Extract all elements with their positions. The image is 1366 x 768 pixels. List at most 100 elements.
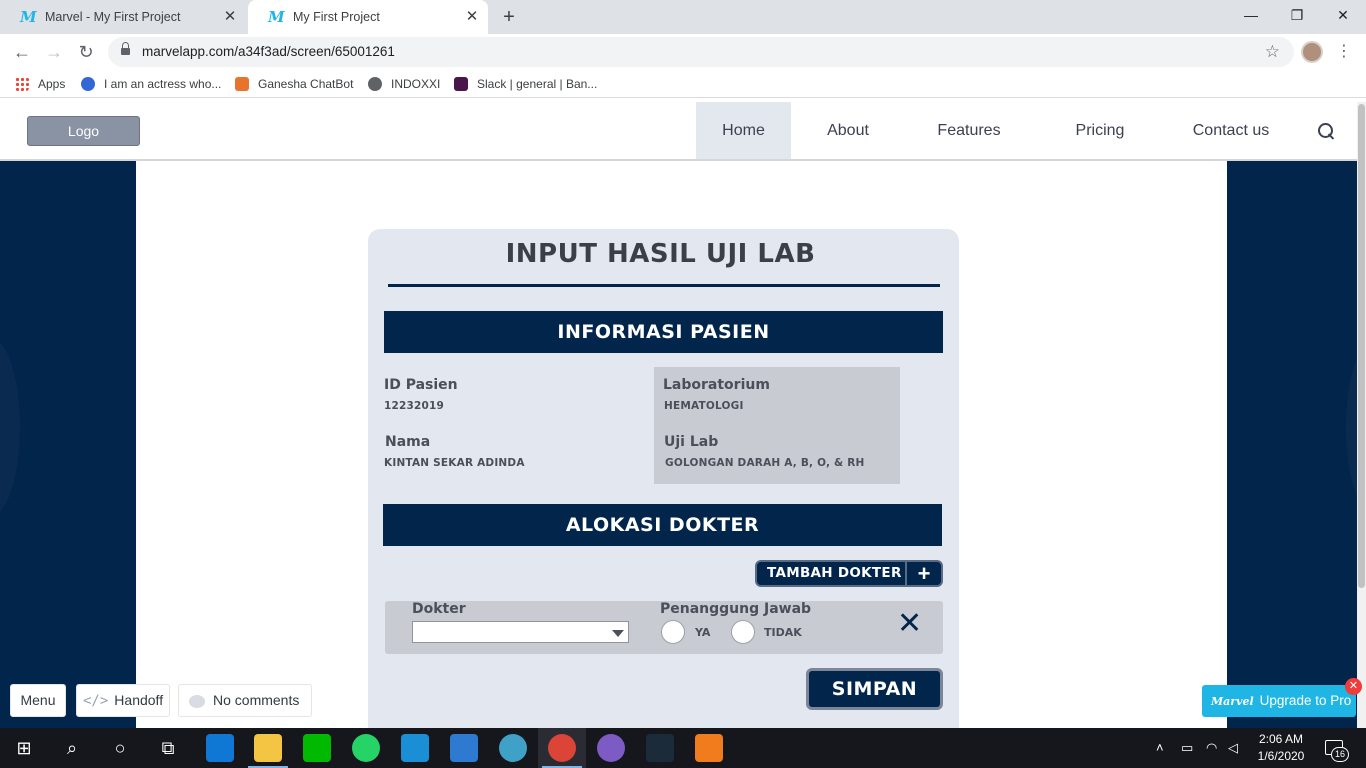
bookmark-label: Ganesha ChatBot bbox=[258, 77, 354, 91]
bookmark-star-icon[interactable]: ☆ bbox=[1265, 37, 1280, 67]
save-button[interactable]: SIMPAN bbox=[806, 668, 943, 710]
nav-features[interactable]: Features bbox=[924, 102, 1014, 159]
bookmark-indoxxi[interactable]: INDOXXI bbox=[368, 70, 440, 98]
new-tab-button[interactable]: + bbox=[498, 6, 520, 28]
search-icon[interactable]: ⌕ bbox=[48, 728, 96, 768]
patient-name-label: Nama bbox=[385, 434, 431, 450]
bookmark-label: Apps bbox=[38, 77, 66, 91]
bookmarks-bar: Apps I am an actress who... Ganesha Chat… bbox=[0, 70, 1366, 98]
line-icon[interactable] bbox=[303, 734, 331, 762]
forward-arrow-icon[interactable]: → bbox=[43, 41, 65, 63]
profile-avatar[interactable] bbox=[1301, 41, 1323, 63]
patient-info-header: INFORMASI PASIEN bbox=[384, 311, 943, 353]
page-viewport: Logo Home About Features Pricing Contact… bbox=[0, 102, 1366, 728]
vscode-icon[interactable] bbox=[450, 734, 478, 762]
tab-title: My First Project bbox=[293, 10, 380, 24]
back-arrow-icon[interactable]: ← bbox=[11, 41, 33, 63]
tab-marvel-project[interactable]: M Marvel - My First Project ✕ bbox=[0, 0, 246, 34]
terminal-icon[interactable] bbox=[646, 734, 674, 762]
battery-icon[interactable]: ▭ bbox=[1181, 728, 1193, 768]
bookmark-label: INDOXXI bbox=[391, 77, 441, 91]
search-icon[interactable] bbox=[1316, 121, 1336, 141]
site-navbar: Logo Home About Features Pricing Contact… bbox=[0, 102, 1357, 161]
plus-icon: + bbox=[905, 562, 941, 585]
nav-home[interactable]: Home bbox=[696, 102, 791, 159]
patient-id-label: ID Pasien bbox=[384, 377, 458, 393]
lab-test-value: GOLONGAN DARAH A, B, O, & RH bbox=[665, 457, 865, 469]
wifi-icon[interactable]: ◠ bbox=[1206, 728, 1217, 768]
prev-screen-handle[interactable] bbox=[0, 337, 20, 517]
whatsapp-icon[interactable] bbox=[352, 734, 380, 762]
notification-count: 16 bbox=[1331, 747, 1349, 762]
app-icon[interactable] bbox=[499, 734, 527, 762]
upgrade-button[interactable]: Marvel Upgrade to Pro bbox=[1202, 685, 1356, 717]
browser-menu-icon[interactable]: ⋮ bbox=[1336, 41, 1352, 63]
cortana-icon[interactable]: ○ bbox=[96, 728, 144, 768]
nav-pricing[interactable]: Pricing bbox=[1060, 102, 1140, 159]
chevron-down-icon bbox=[612, 630, 624, 637]
comment-icon bbox=[189, 694, 205, 708]
xampp-icon[interactable] bbox=[695, 734, 723, 762]
lab-result-form: INPUT HASIL UJI LAB INFORMASI PASIEN ID … bbox=[368, 229, 959, 728]
comments-label: No comments bbox=[213, 692, 300, 708]
close-icon[interactable]: ✕ bbox=[222, 9, 238, 25]
url-field[interactable]: marvelapp.com/a34f3ad/screen/65001261 ☆ bbox=[108, 37, 1294, 67]
chrome-icon[interactable] bbox=[548, 734, 576, 762]
remove-doctor-icon[interactable]: ✕ bbox=[897, 609, 922, 639]
windows-start-icon[interactable]: ⊞ bbox=[0, 728, 48, 768]
restore-button[interactable]: ❐ bbox=[1274, 0, 1320, 30]
volume-icon[interactable]: ◁ bbox=[1228, 728, 1238, 768]
radio-yes[interactable] bbox=[661, 620, 685, 644]
slack-icon bbox=[454, 77, 468, 91]
upgrade-label: Upgrade to Pro bbox=[1259, 693, 1352, 708]
bookmark-ganesha[interactable]: Ganesha ChatBot bbox=[235, 70, 353, 98]
minimize-button[interactable]: — bbox=[1228, 0, 1274, 30]
nav-contact[interactable]: Contact us bbox=[1180, 102, 1282, 159]
page-scrollbar[interactable] bbox=[1357, 102, 1366, 728]
comments-button[interactable]: No comments bbox=[178, 684, 312, 717]
bot-icon bbox=[235, 77, 249, 91]
bookmark-label: I am an actress who... bbox=[104, 77, 222, 91]
marvel-icon: M bbox=[20, 8, 37, 26]
tab-first-project[interactable]: M My First Project ✕ bbox=[248, 0, 488, 34]
chevron-up-icon[interactable]: ˄ bbox=[1156, 728, 1164, 768]
close-icon[interactable]: ✕ bbox=[1345, 678, 1362, 695]
handoff-button[interactable]: </> Handoff bbox=[76, 684, 170, 717]
instagram-icon[interactable] bbox=[401, 734, 429, 762]
patient-name-value: KINTAN SEKAR ADINDA bbox=[384, 457, 525, 469]
doctor-label: Dokter bbox=[412, 601, 466, 617]
responsible-label: Penanggung Jawab bbox=[660, 601, 812, 617]
close-icon[interactable]: ✕ bbox=[464, 9, 480, 25]
bookmark-label: Slack | general | Ban... bbox=[477, 77, 598, 91]
bookmark-apps[interactable]: Apps bbox=[15, 70, 65, 98]
radio-no[interactable] bbox=[731, 620, 755, 644]
bookmark-slack[interactable]: Slack | general | Ban... bbox=[454, 70, 597, 98]
doctor-entry-row: Dokter Penanggung Jawab YA TIDAK ✕ bbox=[385, 601, 943, 654]
lab-test-label: Uji Lab bbox=[664, 434, 719, 450]
bookmark-actress[interactable]: I am an actress who... bbox=[81, 70, 221, 98]
task-view-icon[interactable]: ⧉ bbox=[144, 728, 192, 768]
close-window-button[interactable]: ✕ bbox=[1320, 0, 1366, 30]
edge-icon[interactable] bbox=[206, 734, 234, 762]
prototype-screen: INPUT HASIL UJI LAB INFORMASI PASIEN ID … bbox=[136, 161, 1227, 728]
address-bar: ← → ↻ marvelapp.com/a34f3ad/screen/65001… bbox=[0, 34, 1366, 70]
add-doctor-label: TAMBAH DOKTER bbox=[767, 565, 902, 581]
app-icon[interactable] bbox=[597, 734, 625, 762]
title-divider bbox=[388, 284, 940, 287]
code-icon: </> bbox=[83, 693, 109, 709]
reload-icon[interactable]: ↻ bbox=[75, 41, 97, 63]
page-title: INPUT HASIL UJI LAB bbox=[505, 239, 816, 269]
system-clock[interactable]: 2:06 AM 1/6/2020 bbox=[1254, 731, 1308, 765]
add-doctor-button[interactable]: TAMBAH DOKTER + bbox=[755, 560, 943, 587]
scrollbar-thumb[interactable] bbox=[1358, 104, 1365, 588]
apps-grid-icon bbox=[15, 77, 29, 91]
patient-id-value: 12232019 bbox=[384, 400, 445, 412]
doctor-select[interactable] bbox=[412, 621, 629, 643]
laboratory-label: Laboratorium bbox=[663, 377, 770, 393]
menu-button[interactable]: Menu bbox=[10, 684, 66, 717]
nav-about[interactable]: About bbox=[806, 102, 890, 159]
file-explorer-icon[interactable] bbox=[254, 734, 282, 762]
logo[interactable]: Logo bbox=[27, 116, 140, 146]
c-icon bbox=[81, 77, 95, 91]
clock-time: 2:06 AM bbox=[1258, 732, 1304, 746]
